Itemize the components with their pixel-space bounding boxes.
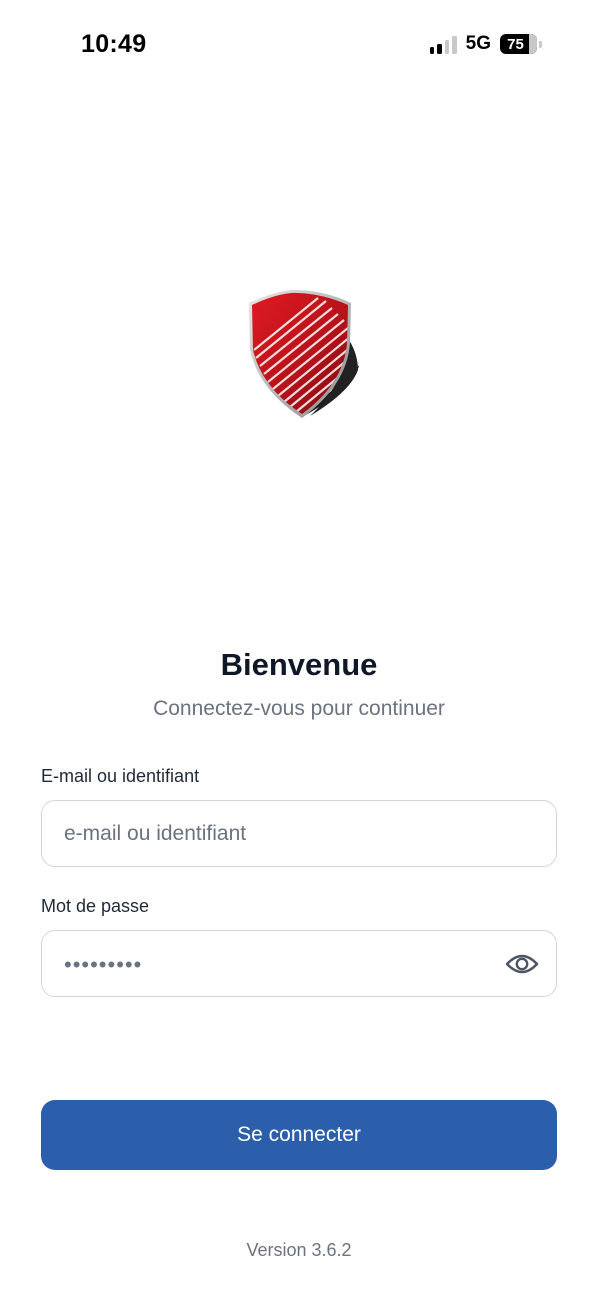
network-type: 5G: [465, 33, 491, 54]
password-field[interactable]: •••••••••: [41, 930, 557, 997]
login-field[interactable]: [41, 800, 557, 867]
login-input[interactable]: [64, 821, 534, 846]
page-subtitle: Connectez-vous pour continuer: [153, 697, 445, 720]
battery-icon: 75: [500, 34, 542, 54]
password-input[interactable]: •••••••••: [64, 952, 504, 976]
login-button[interactable]: Se connecter: [41, 1100, 557, 1170]
status-indicators: 5G 75: [429, 33, 542, 55]
password-label: Mot de passe: [41, 896, 150, 916]
eye-icon[interactable]: [504, 950, 540, 978]
signal-icon: [429, 34, 457, 54]
page-title: Bienvenue: [220, 647, 378, 682]
status-time: 10:49: [81, 30, 147, 58]
login-label: E-mail ou identifiant: [41, 766, 200, 786]
app-version: Version 3.6.2: [246, 1240, 352, 1260]
battery-level: 75: [507, 35, 524, 53]
login-screen: 10:49 5G 75 Bienvenue Connectez-vous pou…: [0, 0, 598, 1300]
shield-logo-icon: [249, 289, 359, 418]
